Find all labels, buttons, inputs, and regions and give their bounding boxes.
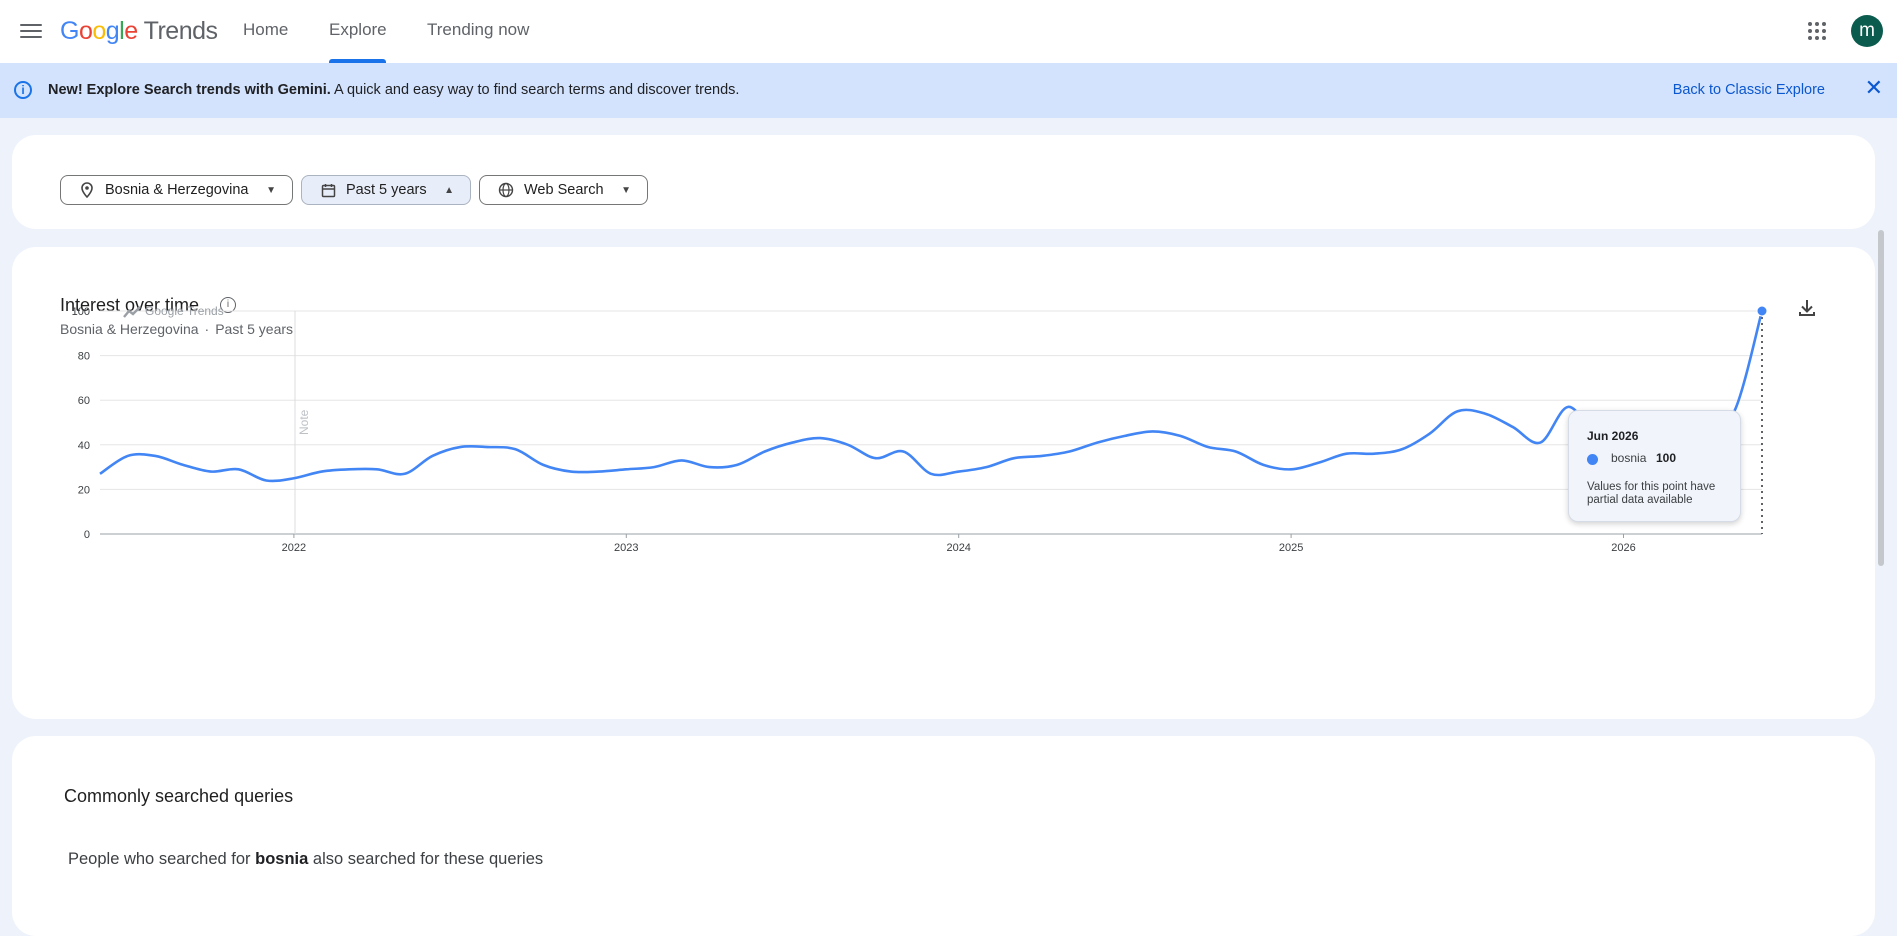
tooltip-value: 100 — [1656, 451, 1677, 465]
search-property-filter-chip[interactable]: Web Search ▼ — [479, 175, 648, 205]
chevron-down-icon: ▼ — [621, 184, 631, 196]
y-tick-label: 20 — [78, 484, 90, 496]
note-marker-label[interactable]: Note — [297, 409, 311, 435]
queries-search-term: bosnia — [255, 850, 309, 868]
gemini-banner: i New! Explore Search trends with Gemini… — [0, 63, 1897, 118]
y-axis-ticks: 0 20 40 60 80 100 — [72, 306, 90, 541]
x-tick-label: 2026 — [1611, 542, 1635, 554]
close-icon[interactable]: ✕ — [1865, 76, 1883, 100]
info-icon: i — [14, 81, 32, 99]
series-color-dot — [1587, 454, 1598, 465]
x-tick-label: 2022 — [282, 542, 306, 554]
top-app-bar: Google Trends Home Explore Trending now m — [0, 0, 1897, 63]
logo-letter: e — [124, 17, 138, 45]
banner-message-text: A quick and easy way to find search term… — [330, 82, 740, 98]
menu-icon[interactable] — [18, 20, 44, 42]
back-to-classic-explore-link[interactable]: Back to Classic Explore — [1673, 82, 1825, 98]
chevron-down-icon: ▼ — [266, 184, 276, 196]
queries-description: People who searched for bosnia also sear… — [68, 850, 543, 869]
filter-card: Bosnia & Herzegovina ▼ Past 5 years ▲ We… — [12, 135, 1875, 229]
logo-letter: o — [92, 17, 106, 45]
trend-icon — [123, 306, 141, 318]
google-trends-logo[interactable]: Google Trends — [60, 17, 218, 46]
chart-grid — [100, 310, 1762, 535]
x-axis-ticks: 2022 2023 2024 2025 2026 — [282, 534, 1636, 554]
location-filter-label: Bosnia & Herzegovina — [105, 182, 249, 198]
time-range-filter-label: Past 5 years — [346, 182, 427, 198]
time-range-filter-chip[interactable]: Past 5 years ▲ — [301, 175, 471, 205]
banner-message-bold: New! Explore Search trends with Gemini. — [48, 82, 331, 98]
nav-tab-home[interactable]: Home — [243, 20, 288, 40]
hover-data-point[interactable] — [1756, 305, 1768, 317]
avatar[interactable]: m — [1851, 15, 1883, 47]
x-tick-label: 2025 — [1279, 542, 1303, 554]
y-tick-label: 60 — [78, 395, 90, 407]
queries-description-suffix: also searched for these queries — [308, 850, 544, 868]
series-line-bosnia — [99, 310, 1764, 483]
search-property-filter-label: Web Search — [524, 182, 604, 198]
tooltip-term: bosnia — [1611, 451, 1647, 465]
logo-letter: g — [105, 17, 120, 45]
y-tick-label: 0 — [84, 529, 90, 541]
banner-message: New! Explore Search trends with Gemini. … — [48, 82, 739, 98]
watermark-label: Google Trends — [145, 304, 224, 318]
y-tick-label: 100 — [72, 306, 90, 318]
logo-product-name: Trends — [143, 17, 218, 45]
y-tick-label: 80 — [78, 351, 90, 363]
x-tick-label: 2023 — [614, 542, 638, 554]
interest-over-time-card: Interest over time i Bosnia & Herzegovin… — [12, 247, 1875, 719]
logo-letter: o — [78, 17, 93, 45]
apps-grid-icon[interactable] — [1808, 22, 1826, 40]
commonly-searched-queries-card: Commonly searched queries People who sea… — [12, 736, 1875, 936]
globe-icon — [498, 182, 514, 198]
page-scrollbar[interactable] — [1878, 230, 1884, 566]
tooltip-partial-data-note: Values for this point have partial data … — [1587, 481, 1716, 506]
chevron-up-icon: ▲ — [444, 184, 454, 196]
location-filter-chip[interactable]: Bosnia & Herzegovina ▼ — [60, 175, 293, 205]
nav-tab-explore[interactable]: Explore — [329, 20, 387, 40]
queries-description-prefix: People who searched for — [68, 850, 256, 868]
location-pin-icon — [79, 182, 95, 198]
nav-tab-trending-now[interactable]: Trending now — [427, 20, 529, 40]
chart-tooltip: Jun 2026 bosnia 100 Values for this poin… — [1568, 410, 1741, 522]
tooltip-date: Jun 2026 — [1587, 429, 1639, 443]
calendar-icon — [320, 182, 336, 198]
queries-title: Commonly searched queries — [64, 786, 294, 806]
logo-letter: G — [60, 17, 79, 45]
y-tick-label: 40 — [78, 440, 90, 452]
x-tick-label: 2024 — [946, 542, 970, 554]
